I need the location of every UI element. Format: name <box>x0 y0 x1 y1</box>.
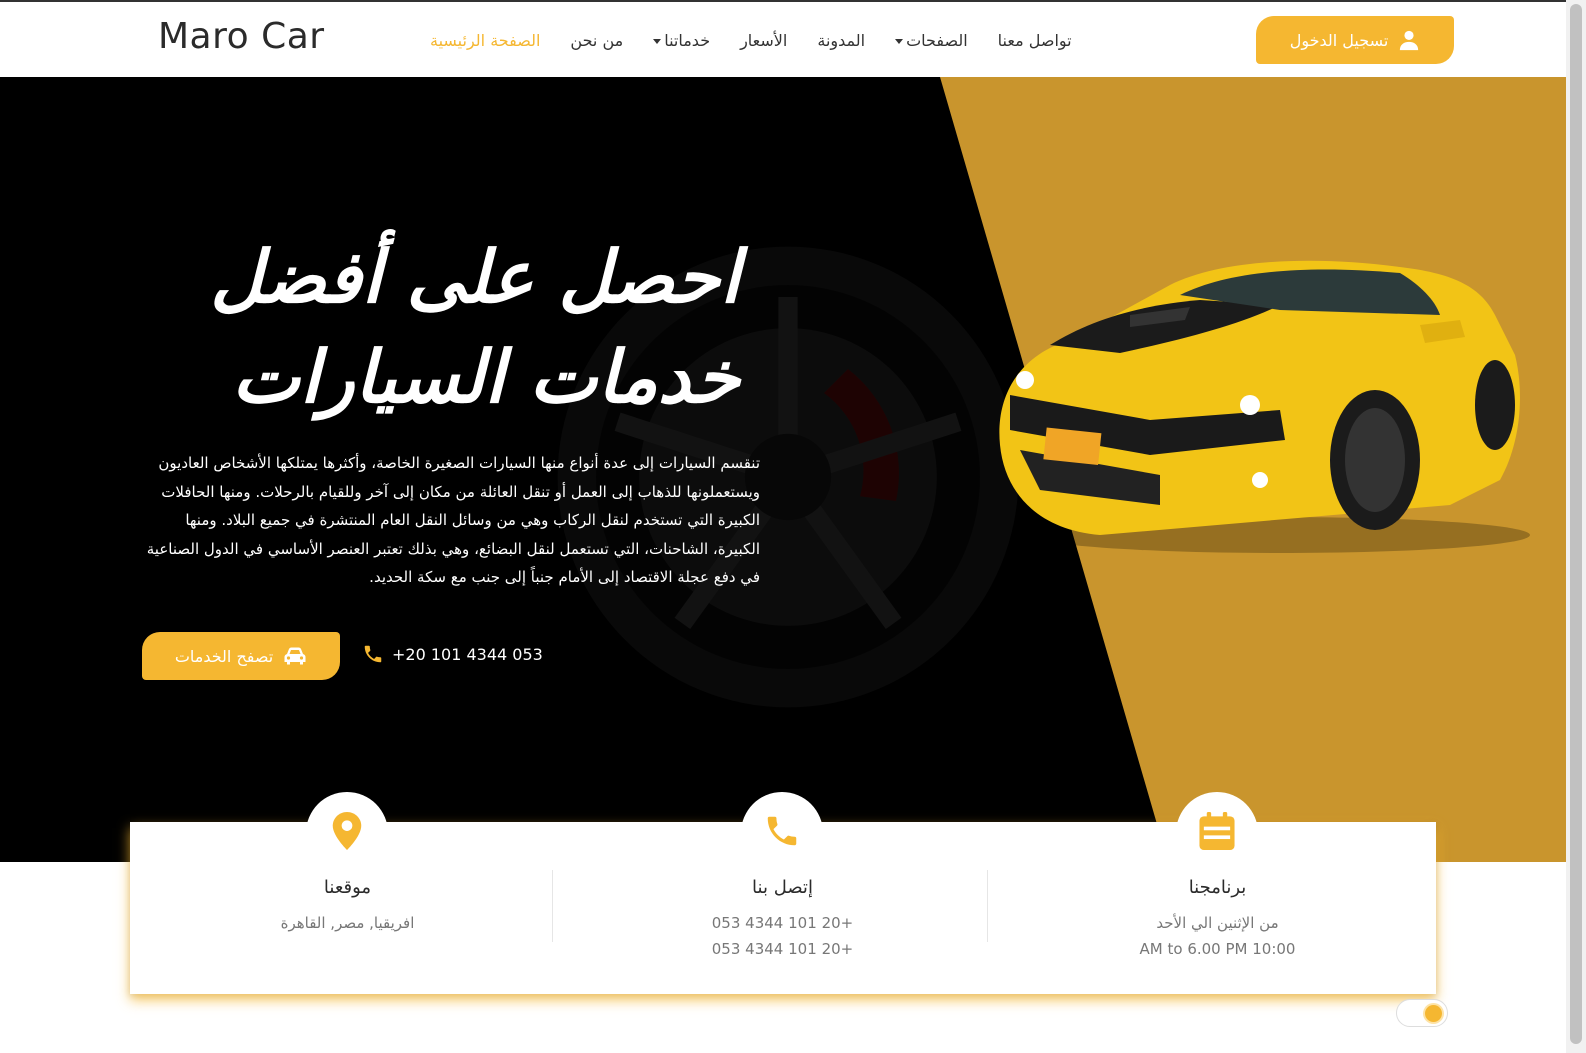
calendar-icon <box>1199 812 1235 850</box>
divider <box>987 870 988 942</box>
contact-title: إتصل بنا <box>752 877 813 898</box>
theme-toggle[interactable] <box>1396 999 1448 1027</box>
schedule-title: برنامجنا <box>1188 877 1247 898</box>
contact-phone-2[interactable]: +20 101 4344 053 <box>565 940 1000 958</box>
browse-services-button[interactable]: تصفح الخدمات <box>142 632 340 680</box>
hero-paragraph: تنقسم السيارات إلى عدة أنواع منها السيار… <box>146 454 760 586</box>
location-icon-circle <box>306 792 388 874</box>
navbar: Maro Car الصفحة الرئيسية من نحن خدماتنا … <box>0 2 1586 77</box>
nav-home[interactable]: الصفحة الرئيسية <box>430 31 540 50</box>
info-card: موقعنا افريقيا, مصر, القاهرة إتصل بنا +2… <box>130 792 1436 994</box>
phone-icon <box>364 645 382 663</box>
chevron-down-icon <box>895 38 904 44</box>
nav-services-label: خدماتنا <box>664 30 711 50</box>
divider <box>552 870 553 942</box>
nav-blog[interactable]: المدونة <box>817 31 865 50</box>
nav-pages-label: الصفحات <box>906 30 968 50</box>
scrollbar-thumb[interactable] <box>1570 4 1582 1044</box>
info-location: موقعنا افريقيا, مصر, القاهرة <box>130 792 565 994</box>
login-button-label: تسجيل الدخول <box>1289 30 1389 50</box>
hero-phone-link[interactable]: +20 101 4344 053 <box>362 643 543 665</box>
nav-contact[interactable]: تواصل معنا <box>998 31 1072 50</box>
toggle-knob <box>1425 1005 1442 1022</box>
login-button[interactable]: تسجيل الدخول <box>1256 16 1454 64</box>
hero-section: احصل على أفضل خدمات السيارات تنقسم السيا… <box>0 77 1586 862</box>
schedule-days: من الإثنين الي الأحد <box>1156 914 1279 932</box>
schedule-hours: 10:00 AM to 6.00 PM <box>1139 940 1296 958</box>
nav-pages[interactable]: الصفحات <box>895 31 968 50</box>
info-contact: إتصل بنا +20 101 4344 053 +20 101 4344 0… <box>565 792 1000 994</box>
hero-title-line2: خدمات السيارات <box>231 335 740 419</box>
scrollbar[interactable] <box>1566 0 1586 1053</box>
contact-icon-circle <box>741 792 823 874</box>
yellow-car-image <box>999 260 1530 553</box>
hero-title-line1: احصل على أفضل <box>210 235 740 319</box>
nav-services[interactable]: خدماتنا <box>653 31 710 50</box>
phone-icon <box>767 816 797 846</box>
nav-about[interactable]: من نحن <box>570 31 623 50</box>
chevron-down-icon <box>653 38 662 44</box>
contact-phone-1[interactable]: +20 101 4344 053 <box>565 914 1000 932</box>
location-title: موقعنا <box>323 877 372 898</box>
location-text: افريقيا, مصر, القاهرة <box>280 914 415 932</box>
brand-logo[interactable]: Maro Car <box>158 16 325 57</box>
nav-pricing[interactable]: الأسعار <box>740 31 787 50</box>
user-icon <box>1400 30 1419 51</box>
hero-title: احصل على أفضل خدمات السيارات <box>140 227 740 427</box>
schedule-icon-circle <box>1176 792 1258 874</box>
car-icon <box>284 647 306 665</box>
hero-phone-number: +20 101 4344 053 <box>392 644 543 664</box>
map-pin-icon <box>332 812 362 850</box>
main-nav: الصفحة الرئيسية من نحن خدماتنا الأسعار ا… <box>430 26 1072 54</box>
browse-services-label: تصفح الخدمات <box>174 646 274 666</box>
info-schedule: برنامجنا من الإثنين الي الأحد 10:00 AM t… <box>1000 792 1435 994</box>
